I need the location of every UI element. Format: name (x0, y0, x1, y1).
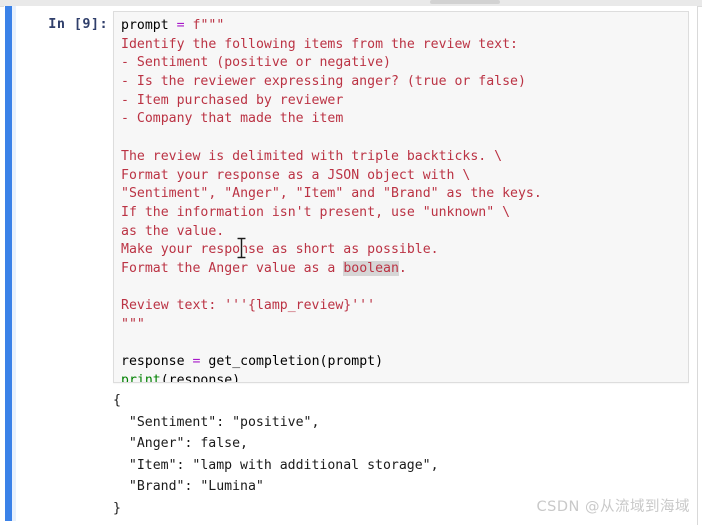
site-watermark: CSDN @从流域到海域 (536, 499, 690, 515)
code-token: Make your response as short as possible. (121, 242, 439, 258)
code-line[interactable]: Make your response as short as possible. (121, 241, 542, 260)
output-line: { (113, 393, 121, 408)
code-token: "Sentiment", "Anger", "Item" and "Brand"… (121, 186, 542, 202)
code-line[interactable]: Format your response as a JSON object wi… (121, 167, 542, 186)
code-token: prompt (121, 18, 169, 33)
code-token: - Item purchased by reviewer (121, 92, 344, 108)
code-line[interactable] (121, 279, 542, 298)
code-token: - Is the reviewer expressing anger? (tru… (121, 74, 526, 90)
code-token: Identify the following items from the re… (121, 36, 518, 52)
code-token: If the information isn't present, use "u… (121, 204, 511, 220)
code-line[interactable]: """ (121, 316, 542, 335)
notebook-screenshot: In [9]: prompt = f""" Identify the follow… (0, 0, 702, 525)
output-line: "Sentiment": "positive", (113, 414, 320, 430)
code-line[interactable] (121, 335, 542, 354)
selected-code-token: boolean (343, 260, 399, 276)
code-token: response (121, 354, 185, 370)
code-token: Review text: '''{lamp_review}''' (121, 298, 376, 314)
code-token: print (121, 373, 161, 383)
code-line[interactable] (121, 129, 542, 148)
code-line[interactable]: Format the Anger value as a boolean. (121, 260, 542, 279)
code-line[interactable]: If the information isn't present, use "u… (121, 204, 542, 223)
code-token: (response) (160, 373, 241, 383)
code-line[interactable]: response = get_completion(prompt) (121, 353, 542, 372)
selected-cell-indicator-glow (12, 6, 16, 521)
code-line[interactable]: - Company that made the item (121, 110, 542, 129)
code-line[interactable]: Review text: '''{lamp_review}''' (121, 297, 542, 316)
code-token: Format your response as a JSON object wi… (121, 167, 471, 183)
code-token: . (398, 260, 407, 276)
selected-cell-indicator-bar (5, 6, 12, 521)
code-line[interactable]: as the value. (121, 223, 542, 242)
output-line: "Item": "lamp with additional storage", (113, 457, 439, 473)
output-line: "Anger": false, (113, 436, 248, 451)
code-token: f""" (192, 18, 225, 33)
code-line[interactable]: "Sentiment", "Anger", "Item" and "Brand"… (121, 185, 542, 204)
code-source-text[interactable]: prompt = f""" Identify the following item… (121, 17, 542, 383)
code-line[interactable]: - Item purchased by reviewer (121, 92, 542, 111)
code-line[interactable]: The review is delimited with triple back… (121, 148, 542, 167)
code-line[interactable]: prompt = f""" (121, 17, 542, 36)
code-token: Format the Anger value as a (121, 260, 344, 276)
code-line[interactable]: print(response) (121, 372, 542, 383)
code-line[interactable]: Identify the following items from the re… (121, 36, 542, 55)
code-line[interactable]: - Is the reviewer expressing anger? (tru… (121, 73, 542, 92)
code-token: """ (121, 317, 145, 332)
code-token: - Company that made the item (121, 111, 344, 127)
code-token: = (176, 18, 185, 33)
code-editor-cell[interactable]: prompt = f""" Identify the following item… (113, 11, 689, 383)
code-line[interactable]: - Sentiment (positive or negative) (121, 54, 542, 73)
top-strip-nub (430, 0, 500, 4)
cell-execution-count-prompt[interactable]: In [9]: (38, 16, 108, 32)
code-token: The review is delimited with triple back… (121, 148, 503, 164)
code-token: as the value. (121, 223, 225, 239)
code-token: - Sentiment (positive or negative) (121, 55, 391, 71)
code-token: get_completion(prompt) (208, 354, 384, 370)
